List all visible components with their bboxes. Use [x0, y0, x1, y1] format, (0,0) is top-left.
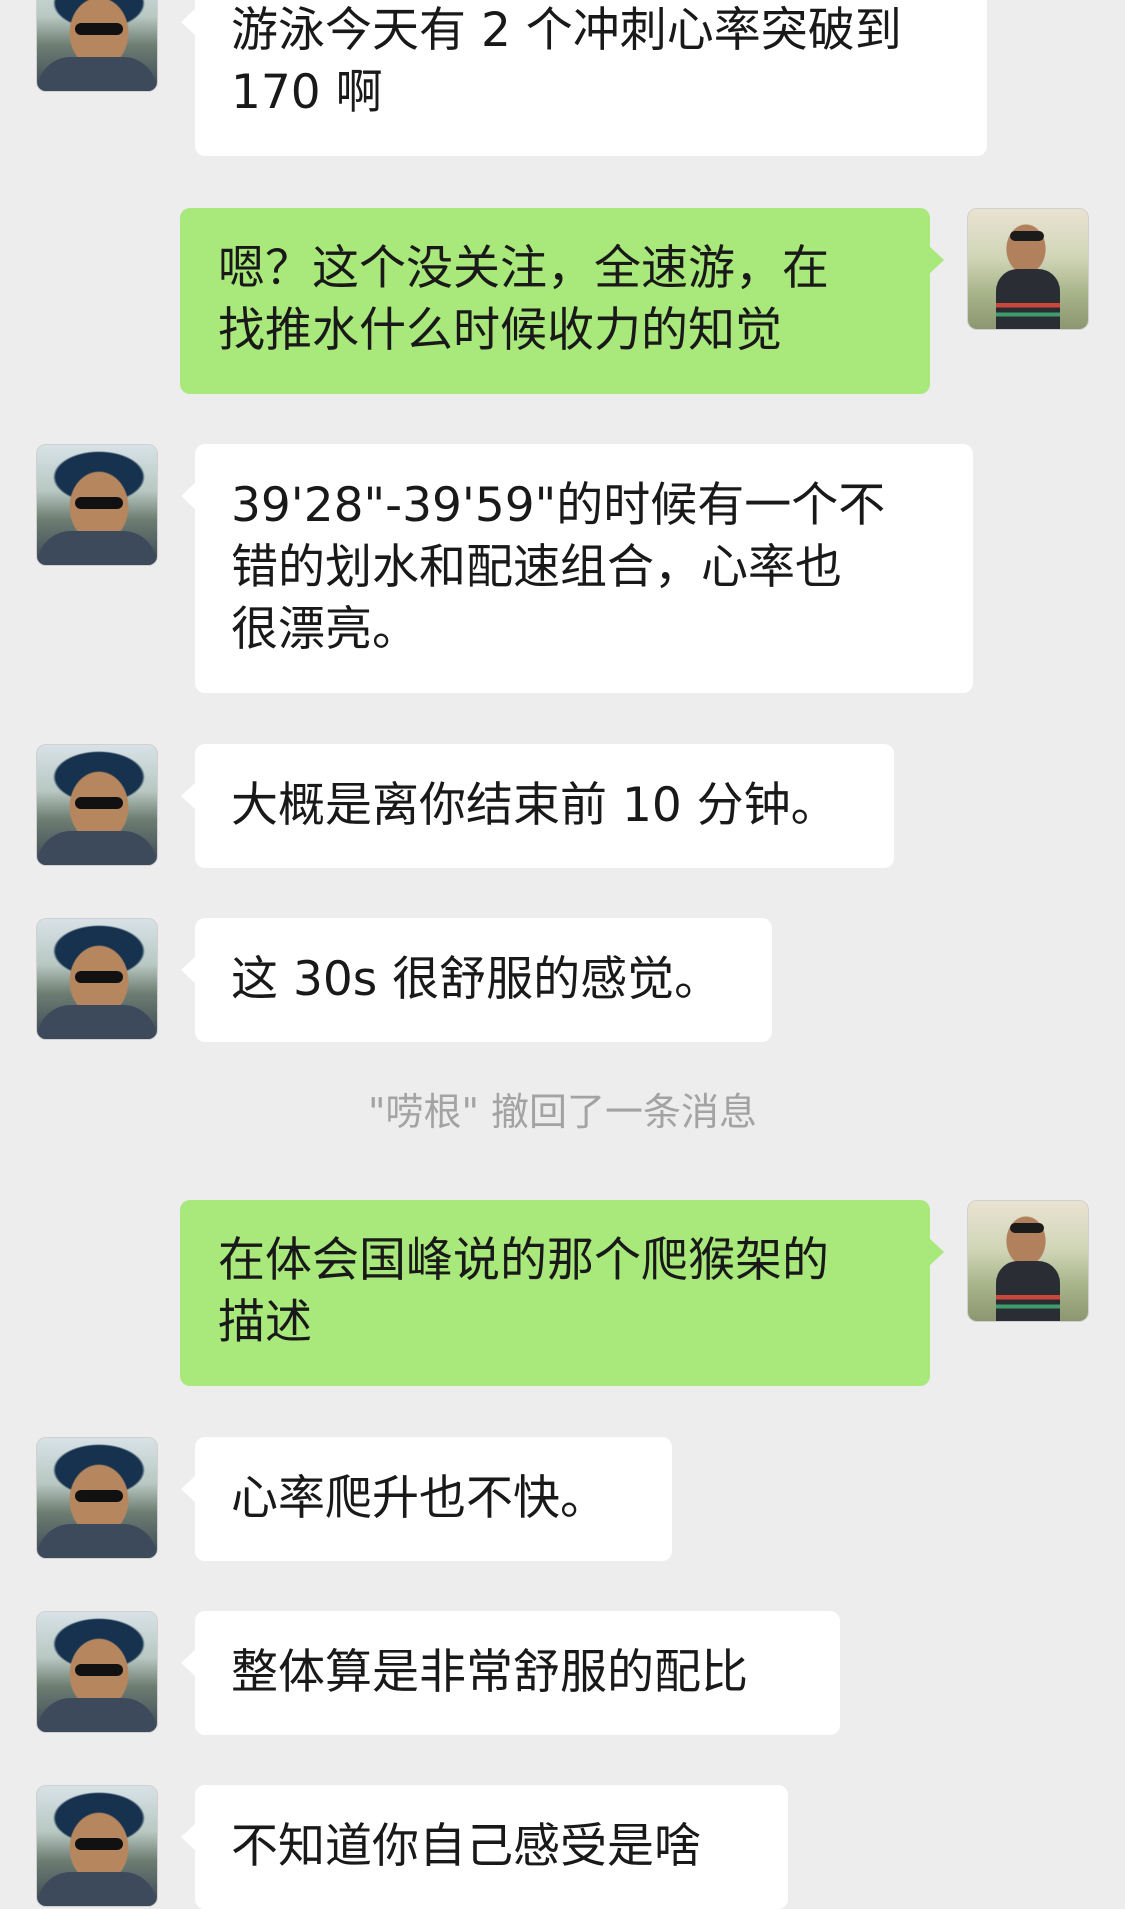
message-bubble-outgoing[interactable]: 在体会国峰说的那个爬猴架的 描述: [180, 1200, 944, 1386]
message-text: 游泳今天有 2 个冲刺心率突破到 170 啊: [231, 3, 902, 120]
message-text: 大概是离你结束前 10 分钟。: [231, 778, 838, 833]
chat-thread: 游泳今天有 2 个冲刺心率突破到 170 啊 嗯？这个没关注，全速游，在 找推水…: [0, 0, 1125, 1909]
contact-avatar[interactable]: [36, 1437, 158, 1559]
contact-avatar[interactable]: [36, 918, 158, 1040]
message-text: 在体会国峰说的那个爬猴架的 描述: [218, 1233, 829, 1350]
message-bubble-incoming[interactable]: 整体算是非常舒服的配比: [181, 1611, 840, 1735]
contact-avatar[interactable]: [36, 444, 158, 566]
contact-avatar[interactable]: [36, 1785, 158, 1907]
contact-avatar[interactable]: [36, 0, 158, 92]
message-bubble-incoming[interactable]: 39'28"-39'59"的时候有一个不 错的划水和配速组合，心率也 很漂亮。: [181, 444, 973, 693]
my-avatar[interactable]: [967, 1200, 1089, 1322]
message-text: 39'28"-39'59"的时候有一个不 错的划水和配速组合，心率也 很漂亮。: [231, 478, 886, 657]
message-bubble-incoming[interactable]: 游泳今天有 2 个冲刺心率突破到 170 啊: [181, 0, 987, 156]
message-text: 不知道你自己感受是啥: [231, 1819, 701, 1874]
message-text: 整体算是非常舒服的配比: [231, 1645, 748, 1700]
message-bubble-incoming[interactable]: 这 30s 很舒服的感觉。: [181, 918, 772, 1042]
message-bubble-outgoing[interactable]: 嗯？这个没关注，全速游，在 找推水什么时候收力的知觉: [180, 208, 944, 394]
message-text: 这 30s 很舒服的感觉。: [231, 952, 722, 1007]
recall-notice: "唠根" 撤回了一条消息: [367, 1090, 758, 1134]
message-bubble-incoming[interactable]: 心率爬升也不快。: [181, 1437, 672, 1561]
message-text: 心率爬升也不快。: [231, 1471, 607, 1526]
message-bubble-incoming[interactable]: 大概是离你结束前 10 分钟。: [181, 744, 894, 868]
contact-avatar[interactable]: [36, 1611, 158, 1733]
message-text: 嗯？这个没关注，全速游，在 找推水什么时候收力的知觉: [218, 241, 829, 358]
my-avatar[interactable]: [967, 208, 1089, 330]
contact-avatar[interactable]: [36, 744, 158, 866]
message-bubble-incoming[interactable]: 不知道你自己感受是啥: [181, 1785, 788, 1909]
